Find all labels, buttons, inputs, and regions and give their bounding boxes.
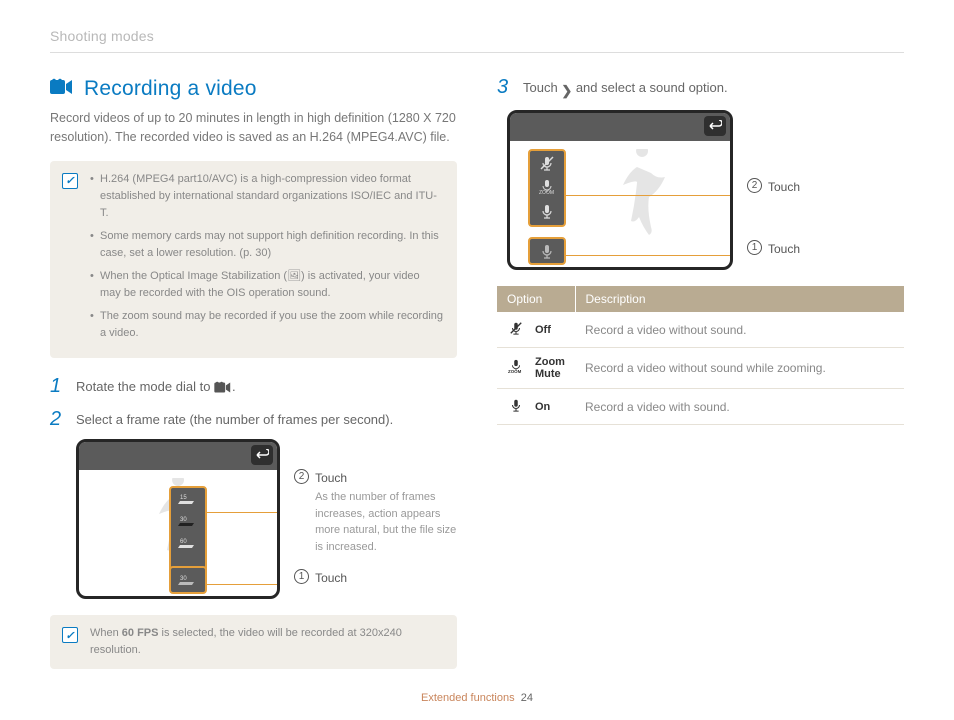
note2-bold: 60 FPS — [122, 627, 159, 639]
sound-options-table: Option Description Off Record a video wi… — [497, 286, 904, 425]
footer-section: Extended functions — [421, 692, 515, 704]
circled-2-icon: 2 — [294, 469, 309, 484]
note2-pre: When — [90, 627, 122, 639]
mic-zoom-icon: ZOOM — [497, 348, 525, 389]
fps-note-box: ✓ When 60 FPS is selected, the video wil… — [50, 615, 457, 669]
option-desc: Record a video without sound. — [575, 312, 904, 348]
svg-text:ZOOM: ZOOM — [539, 190, 554, 195]
callouts-sound: 2 Touch 1 Touch — [747, 110, 800, 264]
fps-15-option[interactable]: 15 — [171, 488, 205, 510]
th-option: Option — [497, 286, 575, 312]
screen-topbar — [510, 113, 730, 141]
mode-dial-video-icon — [214, 381, 232, 399]
fps-30-option[interactable]: 30 — [171, 510, 205, 532]
option-name: On — [525, 389, 575, 425]
fps-menu-button[interactable]: 30 — [171, 568, 205, 592]
table-row: ZOOM Zoom Mute Record a video without so… — [497, 348, 904, 389]
svg-text:60: 60 — [180, 539, 187, 545]
page-footer: Extended functions 24 — [0, 692, 954, 704]
option-name: Zoom Mute — [525, 348, 575, 389]
callout-touch-label: Touch — [768, 240, 800, 258]
dancer-silhouette — [607, 149, 677, 239]
step-1-text: Rotate the mode dial to — [76, 379, 214, 394]
option-desc: Record a video with sound. — [575, 389, 904, 425]
svg-text:30: 30 — [180, 517, 187, 523]
header-rule — [50, 52, 904, 53]
callout-leader — [566, 255, 733, 256]
camera-screen: 15 30 60 30 — [76, 439, 280, 599]
note-item: When the Optical Image Stabilization (🖼)… — [90, 268, 443, 302]
mic-on-icon — [497, 389, 525, 425]
callout-2: 2 Touch As the number of frames increase… — [294, 469, 457, 555]
callout-2: 2 Touch — [747, 178, 800, 196]
callouts-fps: 2 Touch As the number of frames increase… — [294, 439, 457, 593]
screen-topbar — [79, 442, 277, 470]
circled-2-icon: 2 — [747, 178, 762, 193]
option-desc: Record a video without sound while zoomi… — [575, 348, 904, 389]
info-icon: ✓ — [62, 173, 78, 189]
callout-touch-label: Touch — [315, 569, 347, 587]
callout-1: 1 Touch — [294, 569, 457, 587]
callout-1: 1 Touch — [747, 240, 800, 258]
mic-off-icon — [497, 312, 525, 348]
note-item: The zoom sound may be recorded if you us… — [90, 308, 443, 342]
circled-1-icon: 1 — [294, 569, 309, 584]
sound-on-option[interactable] — [530, 199, 564, 223]
step-number: 3 — [497, 77, 513, 100]
info-note-box: ✓ H.264 (MPEG4 part10/AVC) is a high-com… — [50, 161, 457, 358]
fps-options-sidebar: 15 30 60 — [171, 488, 205, 576]
note-item: H.264 (MPEG4 part10/AVC) is a high-compr… — [90, 171, 443, 222]
sound-zoom-mute-option[interactable]: ZOOM — [530, 175, 564, 199]
step-1: 1 Rotate the mode dial to . — [50, 376, 457, 399]
callout-leader — [207, 584, 280, 585]
back-button[interactable] — [251, 445, 273, 465]
table-row: Off Record a video without sound. — [497, 312, 904, 348]
camcorder-icon — [50, 78, 74, 101]
left-column: Recording a video Record videos of up to… — [50, 77, 457, 687]
svg-text:30: 30 — [180, 576, 187, 582]
footer-page-number: 24 — [521, 692, 533, 704]
step-3-post: and select a sound option. — [572, 80, 727, 95]
title-row: Recording a video — [50, 77, 457, 101]
camera-screen: ZOOM — [507, 110, 733, 270]
svg-text:15: 15 — [180, 495, 187, 501]
step-2-text: Select a frame rate (the number of frame… — [76, 409, 393, 429]
screenshot-fps: 15 30 60 30 2 — [76, 439, 457, 599]
option-name: Off — [525, 312, 575, 348]
right-column: 3 Touch ❯ and select a sound option. — [497, 77, 904, 687]
th-description: Description — [575, 286, 904, 312]
note-item: Some memory cards may not support high d… — [90, 228, 443, 262]
callout-leader — [207, 512, 280, 513]
callout-touch-label: Touch — [315, 469, 457, 487]
note-list: H.264 (MPEG4 part10/AVC) is a high-compr… — [90, 171, 443, 348]
step-3-pre: Touch — [523, 80, 561, 95]
sound-options-sidebar: ZOOM — [530, 151, 564, 225]
page-header: Shooting modes — [50, 28, 904, 44]
step-2: 2 Select a frame rate (the number of fra… — [50, 409, 457, 429]
callout-fps-desc: As the number of frames increases, actio… — [315, 489, 457, 555]
table-row: On Record a video with sound. — [497, 389, 904, 425]
circled-1-icon: 1 — [747, 240, 762, 255]
step-1-suffix: . — [232, 379, 236, 394]
step-number: 2 — [50, 409, 66, 429]
chevron-right-icon: ❯ — [561, 82, 572, 100]
callout-touch-label: Touch — [768, 178, 800, 196]
fps-60-option[interactable]: 60 — [171, 532, 205, 554]
step-3: 3 Touch ❯ and select a sound option. — [497, 77, 904, 100]
callout-leader — [566, 195, 733, 196]
back-button[interactable] — [704, 116, 726, 136]
intro-text: Record videos of up to 20 minutes in len… — [50, 109, 457, 147]
step-number: 1 — [50, 376, 66, 399]
sound-off-option[interactable] — [530, 151, 564, 175]
section-title: Recording a video — [84, 77, 257, 101]
info-icon: ✓ — [62, 627, 78, 643]
svg-text:ZOOM: ZOOM — [508, 369, 522, 374]
sound-menu-button[interactable] — [530, 239, 564, 263]
screenshot-sound: ZOOM — [507, 110, 904, 270]
